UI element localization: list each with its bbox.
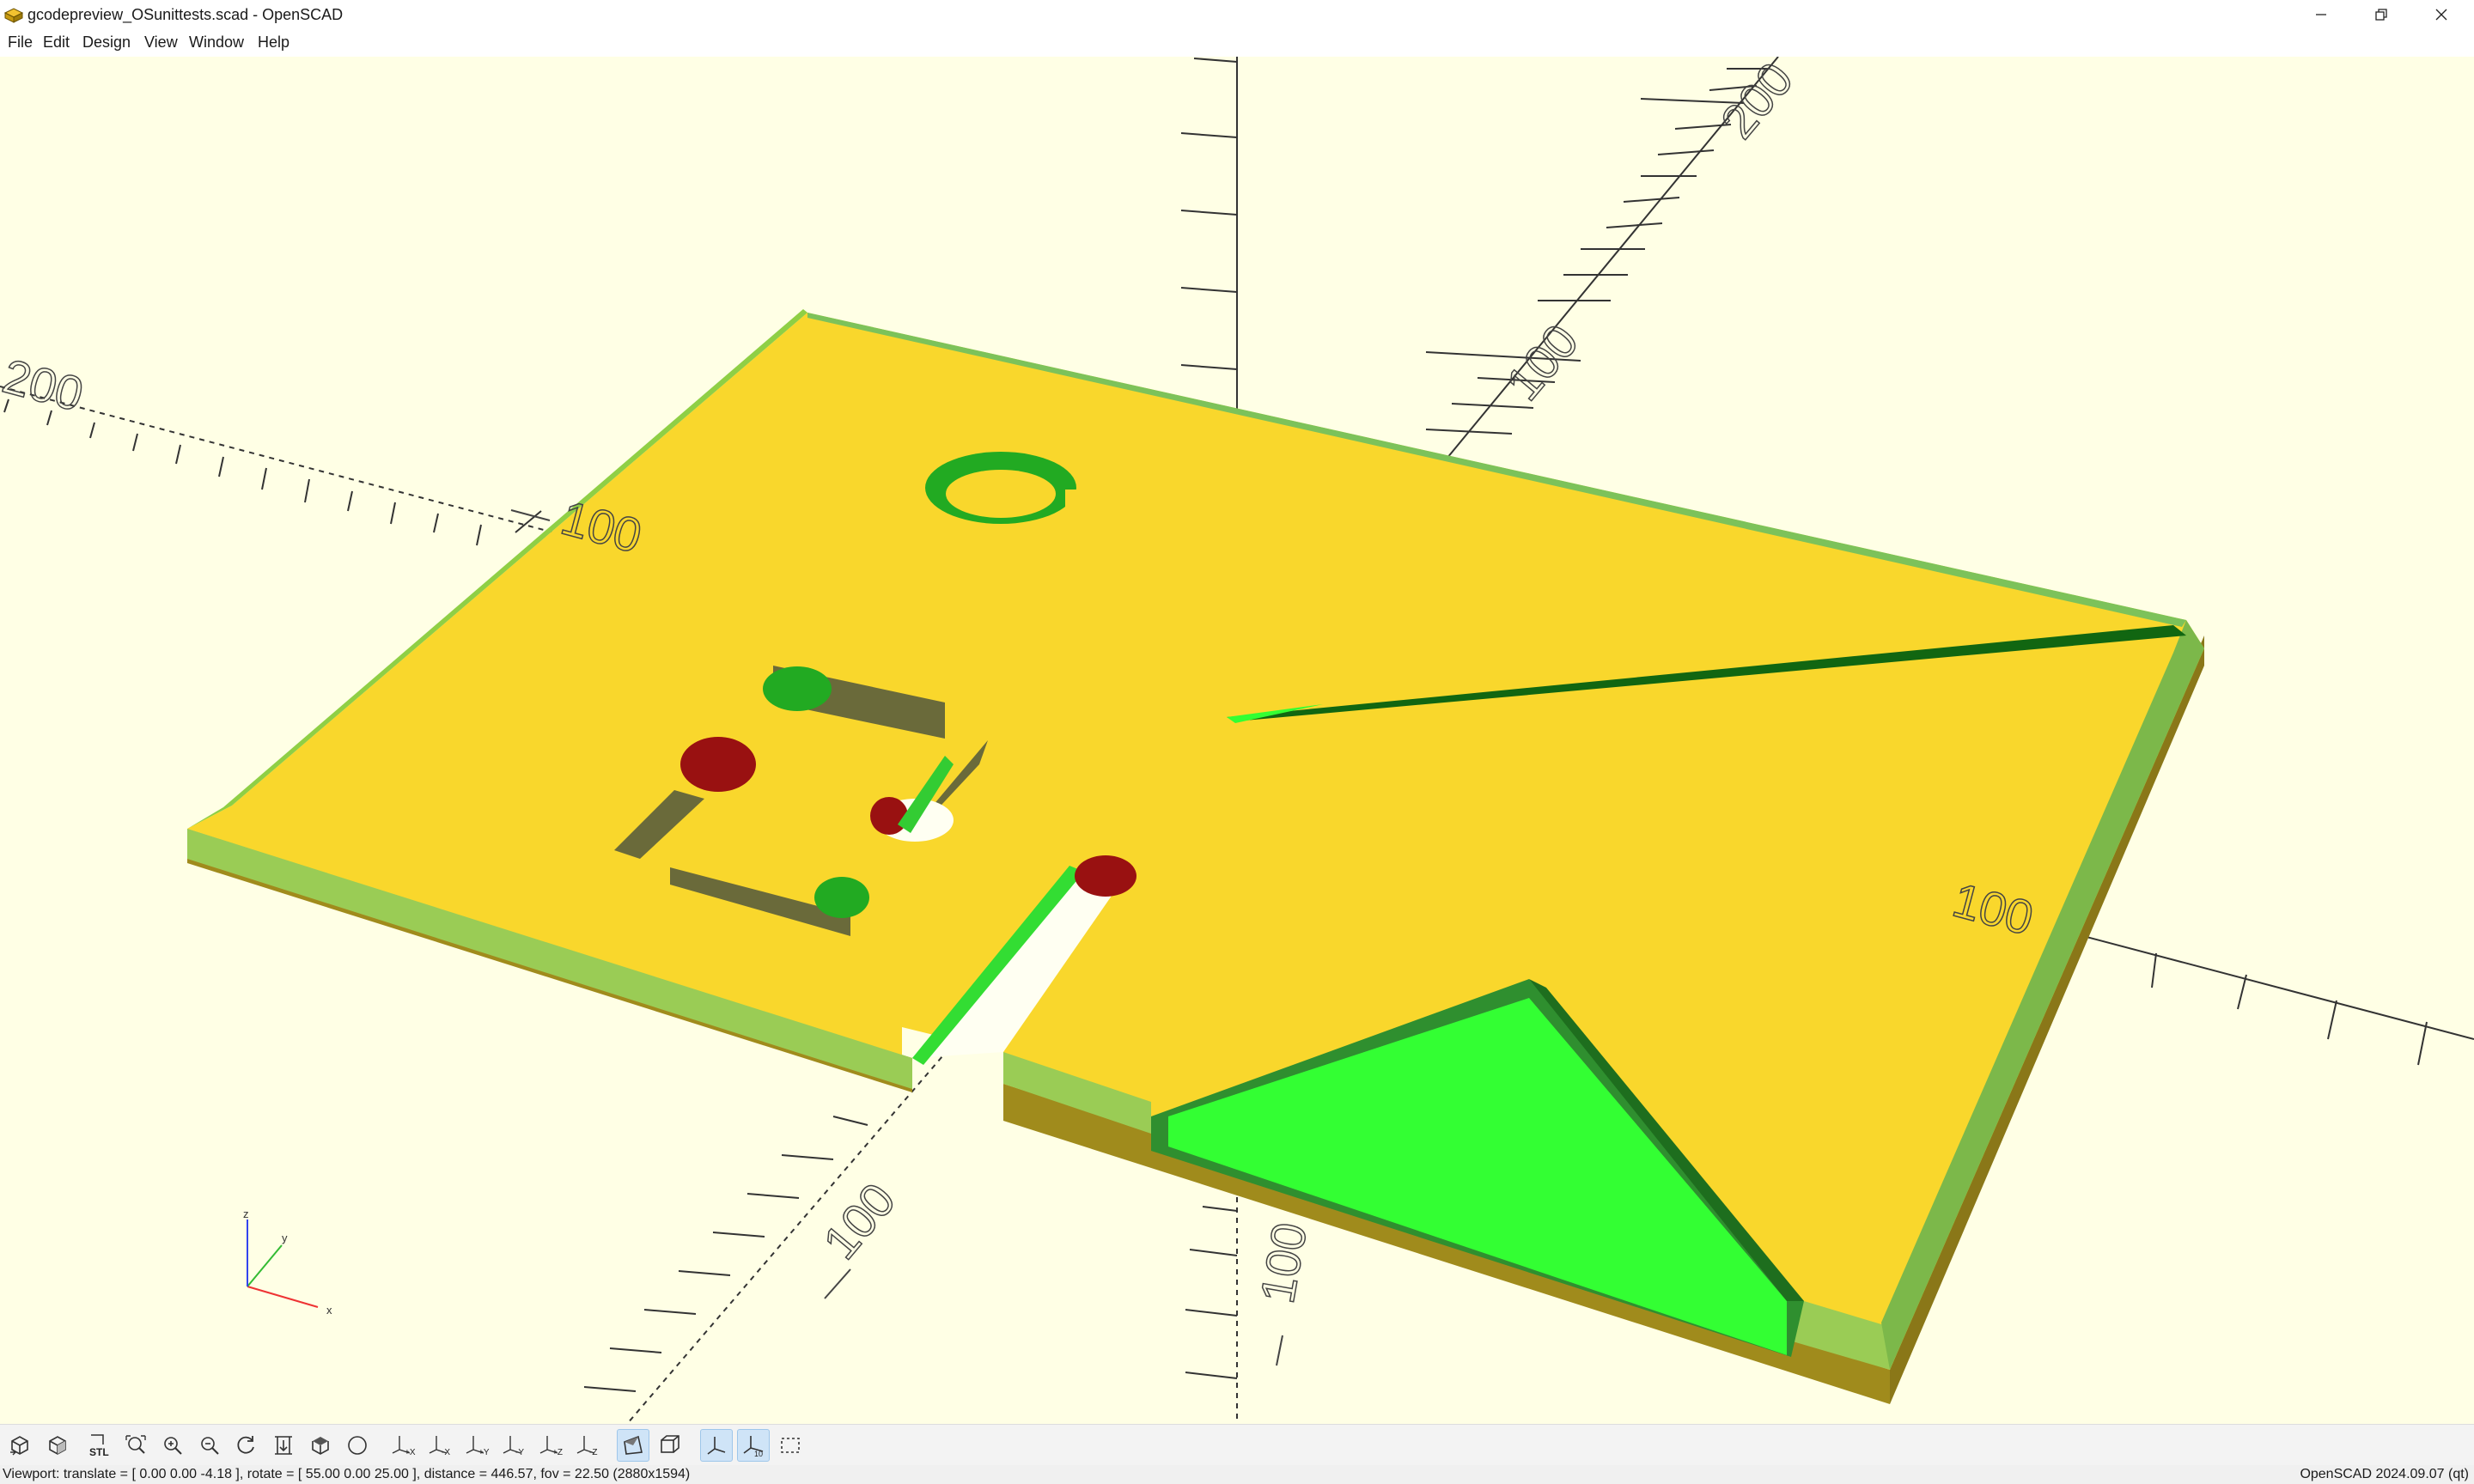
preview-button[interactable] bbox=[3, 1429, 36, 1462]
menu-design[interactable]: Design bbox=[82, 33, 131, 52]
menu-file[interactable]: File bbox=[8, 33, 33, 52]
view-top-button[interactable]: +Z bbox=[536, 1429, 569, 1462]
version-status: OpenSCAD 2024.09.07 (qt) bbox=[2300, 1467, 2469, 1481]
scale-markers-icon: 10 bbox=[743, 1436, 764, 1458]
zoom-out-button[interactable] bbox=[193, 1429, 226, 1462]
render-icon bbox=[49, 1436, 66, 1455]
view-center-button[interactable] bbox=[267, 1429, 300, 1462]
zoom-out-icon bbox=[201, 1437, 219, 1455]
view-right-button[interactable]: +X bbox=[388, 1429, 421, 1462]
svg-text:10: 10 bbox=[754, 1450, 763, 1458]
render-button[interactable] bbox=[41, 1429, 74, 1462]
restore-button[interactable] bbox=[2351, 0, 2411, 29]
close-button[interactable] bbox=[2411, 0, 2471, 29]
reset-view-icon bbox=[237, 1436, 254, 1454]
edges-icon bbox=[781, 1438, 800, 1453]
view-back-icon: +Y bbox=[466, 1436, 490, 1457]
view-front-icon: -Y bbox=[503, 1436, 524, 1457]
svg-text:+X: +X bbox=[405, 1448, 416, 1457]
view-perspective-circle-button[interactable] bbox=[341, 1429, 374, 1462]
menu-view[interactable]: View bbox=[144, 33, 178, 52]
view-back-button[interactable]: +Y bbox=[462, 1429, 495, 1462]
window-title: gcodepreview_OSunittests.scad - OpenSCAD bbox=[27, 6, 344, 23]
circle-icon bbox=[348, 1436, 367, 1455]
export-stl-button[interactable]: STL bbox=[82, 1429, 115, 1462]
perspective-icon bbox=[624, 1435, 643, 1455]
svg-text:-Z: -Z bbox=[589, 1448, 597, 1457]
close-icon bbox=[2435, 9, 2447, 21]
view-left-icon: -X bbox=[429, 1436, 450, 1457]
title-bar: gcodepreview_OSunittests.scad - OpenSCAD bbox=[0, 0, 2474, 30]
svg-text:-X: -X bbox=[442, 1448, 450, 1457]
svg-text:+Y: +Y bbox=[478, 1448, 490, 1457]
svg-text:-Y: -Y bbox=[515, 1448, 524, 1457]
menu-edit[interactable]: Edit bbox=[43, 33, 70, 52]
minimize-icon bbox=[2316, 14, 2326, 15]
perspective-button[interactable] bbox=[617, 1429, 649, 1462]
svg-text:+Z: +Z bbox=[552, 1448, 563, 1457]
menu-bar: File Edit Design View Window Help bbox=[0, 29, 2474, 57]
menu-help[interactable]: Help bbox=[258, 33, 289, 52]
view-top-icon: +Z bbox=[539, 1436, 563, 1457]
axes-indicator-x: x bbox=[326, 1304, 332, 1317]
view-all-button[interactable] bbox=[119, 1429, 152, 1462]
view-left-button[interactable]: -X bbox=[425, 1429, 458, 1462]
show-axes-button[interactable] bbox=[700, 1429, 733, 1462]
svg-text:STL: STL bbox=[89, 1446, 109, 1458]
axes-icon bbox=[707, 1437, 726, 1455]
openscad-app-icon bbox=[3, 8, 24, 23]
zoom-in-icon bbox=[164, 1437, 182, 1455]
axes-indicator-z: z bbox=[243, 1207, 249, 1220]
view-all-icon bbox=[125, 1435, 146, 1454]
zoom-in-button[interactable] bbox=[156, 1429, 189, 1462]
view-toolbar: STL +X -X +Y -Y +Z -Z 10 bbox=[0, 1424, 2474, 1466]
stl-icon: STL bbox=[89, 1434, 109, 1458]
orthogonal-button[interactable] bbox=[654, 1429, 686, 1462]
reset-view-button[interactable] bbox=[230, 1429, 263, 1462]
show-scale-button[interactable]: 10 bbox=[737, 1429, 770, 1462]
preview-icon bbox=[10, 1436, 28, 1456]
menu-window[interactable]: Window bbox=[189, 33, 244, 52]
status-bar: Viewport: translate = [ 0.00 0.00 -4.18 … bbox=[0, 1465, 2474, 1484]
view-diagonal-button[interactable] bbox=[304, 1429, 337, 1462]
minimize-button[interactable] bbox=[2291, 0, 2351, 29]
show-edges-button[interactable] bbox=[774, 1429, 807, 1462]
view-right-icon: +X bbox=[392, 1436, 416, 1457]
view-front-button[interactable]: -Y bbox=[499, 1429, 532, 1462]
center-icon bbox=[275, 1436, 292, 1455]
orthogonal-icon bbox=[661, 1435, 679, 1453]
axes-indicator-y: y bbox=[282, 1232, 288, 1244]
view-bottom-icon: -Z bbox=[576, 1436, 597, 1457]
diagonal-icon bbox=[312, 1437, 329, 1455]
restore-icon bbox=[2375, 9, 2387, 21]
view-bottom-button[interactable]: -Z bbox=[573, 1429, 606, 1462]
viewport-status: Viewport: translate = [ 0.00 0.00 -4.18 … bbox=[3, 1467, 691, 1481]
3d-viewport[interactable]: 100 200 100 100 200 100 100 x y z bbox=[0, 57, 2474, 1424]
